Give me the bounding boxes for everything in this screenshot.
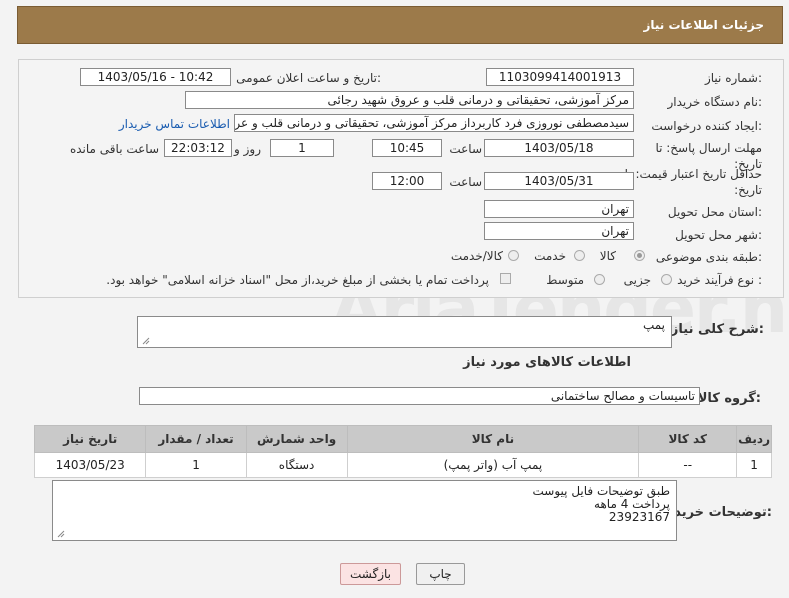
back-button[interactable]: بازگشت: [340, 563, 401, 585]
requester-field[interactable]: سیدمصطفی نوروزی فرد کاربرداز مرکز آموزشی…: [234, 114, 634, 132]
cell-unit: دستگاه: [245, 452, 348, 478]
column-header-name: نام کالا: [346, 425, 640, 453]
deadline-date-field[interactable]: 1403/05/18: [484, 139, 634, 157]
category-option-goods: کالا: [599, 249, 616, 263]
column-header-date: تاریخ نیاز: [33, 425, 147, 453]
requester-label: ایجاد کننده درخواست:: [651, 119, 762, 133]
city-field[interactable]: تهران: [484, 222, 634, 240]
resize-grip-icon[interactable]: [142, 337, 150, 345]
province-field[interactable]: تهران: [484, 200, 634, 218]
category-radio-service[interactable]: [574, 250, 585, 261]
remaining-time-label: ساعت باقی مانده: [69, 142, 159, 156]
cell-date: 1403/05/23: [33, 452, 147, 478]
column-header-quantity: تعداد / مقدار: [145, 425, 247, 453]
goods-table-header: ردیف کد کالا نام کالا واحد شمارش تعداد /…: [33, 425, 772, 453]
column-header-row: ردیف: [736, 425, 772, 453]
treasury-payment-checkbox[interactable]: [500, 273, 511, 284]
table-row[interactable]: 1 -- پمپ آب (واتر پمپ) دستگاه 1 1403/05/…: [33, 452, 772, 478]
category-label: طبقه بندی موضوعی:: [655, 250, 762, 264]
buyer-notes-line: پرداخت 4 ماهه: [594, 497, 670, 511]
cell-quantity: 1: [145, 452, 247, 478]
category-option-goods-service: کالا/خدمت: [450, 249, 503, 263]
need-number-label: شماره نیاز:: [704, 71, 762, 85]
announce-label: تاریخ و ساعت اعلان عمومی:: [236, 71, 381, 85]
treasury-payment-note: پرداخت تمام یا بخشی از مبلغ خرید،از محل …: [106, 273, 489, 287]
goods-section-title: اطلاعات کالاهای مورد نیاز: [463, 355, 631, 370]
page-header: جزئیات اطلاعات نیاز: [17, 6, 783, 44]
buyer-contact-link[interactable]: اطلاعات تماس خریدار: [119, 117, 230, 131]
column-header-unit: واحد شمارش: [245, 425, 348, 453]
validity-label: حداقل تاریخ اعتبار قیمت: تا تاریخ:: [624, 167, 762, 197]
cell-code: --: [638, 452, 738, 478]
column-header-code: کد کالا: [638, 425, 738, 453]
description-text: پمپ: [642, 318, 665, 332]
buyer-notes-line: 23923167: [608, 510, 670, 524]
cell-row: 1: [736, 452, 772, 478]
page-title: جزئیات اطلاعات نیاز: [643, 18, 764, 32]
province-label: استان محل تحویل:: [667, 205, 762, 219]
buyer-notes-textarea[interactable]: طبق توضیحات فایل پیوست پرداخت 4 ماهه 239…: [52, 480, 677, 541]
goods-table: ردیف کد کالا نام کالا واحد شمارش تعداد /…: [33, 425, 772, 478]
process-label: نوع فرآیند خرید :: [677, 273, 762, 287]
buyer-org-label: نام دستگاه خریدار:: [667, 95, 763, 109]
process-option-minor: جزیی: [623, 273, 651, 287]
buyer-org-field[interactable]: مرکز آموزشی، تحقیقاتی و درمانی قلب و عرو…: [185, 91, 634, 109]
process-option-medium: متوسط: [546, 273, 584, 287]
print-button[interactable]: چاپ: [416, 563, 465, 585]
remaining-days-field[interactable]: 1: [270, 139, 334, 157]
buyer-notes-line: طبق توضیحات فایل پیوست: [532, 484, 671, 498]
validity-date-field[interactable]: 1403/05/31: [484, 172, 634, 190]
category-option-service: خدمت: [534, 249, 566, 263]
deadline-time-field[interactable]: 10:45: [372, 139, 442, 157]
announce-datetime-field[interactable]: 1403/05/16 - 10:42: [80, 68, 231, 86]
need-number-field[interactable]: 1103099414001913: [486, 68, 634, 86]
buyer-notes-label: توضیحات خریدار:: [662, 505, 772, 520]
city-label: شهر محل تحویل:: [675, 228, 762, 242]
page: جزئیات اطلاعات نیاز AriaTender.neT شماره…: [0, 0, 789, 598]
validity-time-field[interactable]: 12:00: [372, 172, 442, 190]
category-radio-goods-service[interactable]: [508, 250, 519, 261]
cell-name: پمپ آب (واتر پمپ): [346, 452, 640, 478]
goods-group-field[interactable]: تاسیسات و مصالح ساختمانی: [139, 387, 700, 405]
days-label: روز و: [234, 142, 261, 156]
goods-group-label: گروه کالا:: [697, 391, 761, 406]
deadline-time-label: ساعت: [449, 142, 482, 156]
description-textarea[interactable]: پمپ: [137, 316, 672, 348]
remaining-time-field[interactable]: 22:03:12: [164, 139, 232, 157]
resize-grip-icon[interactable]: [57, 530, 65, 538]
process-radio-minor[interactable]: [661, 274, 672, 285]
validity-time-label: ساعت: [449, 175, 482, 189]
category-radio-goods[interactable]: [634, 250, 645, 261]
description-label: شرح کلی نیاز:: [670, 322, 764, 337]
process-radio-medium[interactable]: [594, 274, 605, 285]
